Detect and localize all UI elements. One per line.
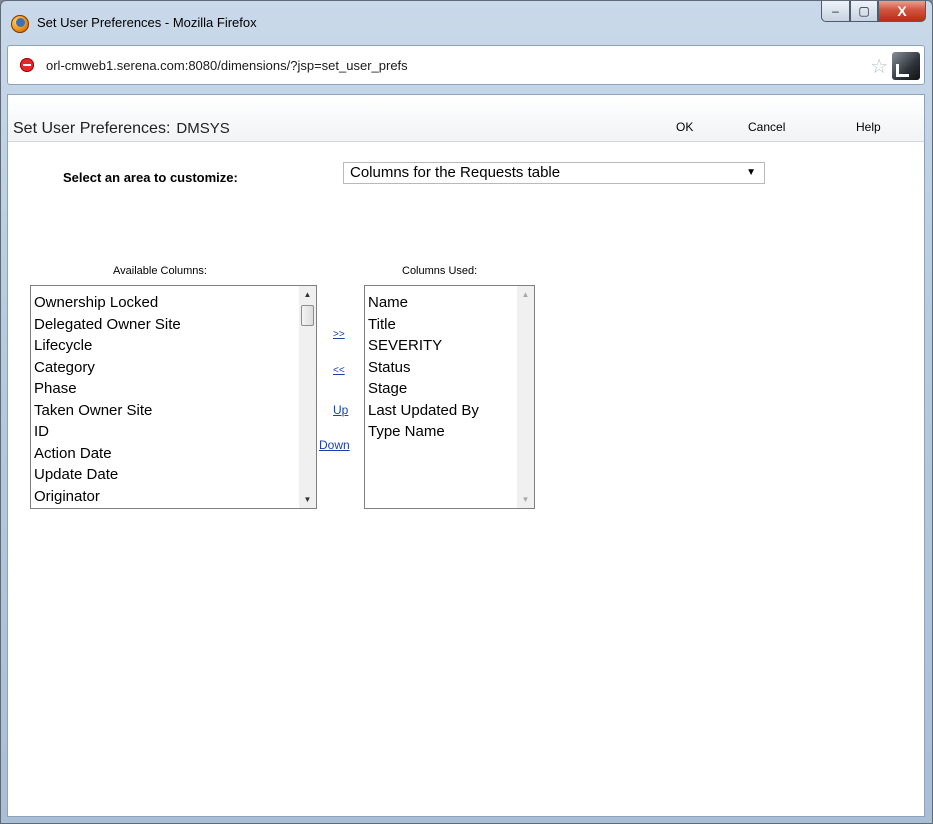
available-columns-list[interactable]: Ownership Locked Delegated Owner Site Li…	[30, 285, 317, 509]
scroll-up-arrow-icon: ▲	[521, 290, 530, 299]
list-item[interactable]: Category	[34, 357, 181, 379]
scroll-down-arrow-icon[interactable]: ▼	[299, 491, 316, 508]
dropdown-arrow-icon[interactable]: ▼	[746, 167, 756, 178]
list-item[interactable]: Action Date	[34, 443, 181, 465]
url-text[interactable]: orl-cmweb1.serena.com:8080/dimensions/?j…	[46, 58, 408, 73]
list-item[interactable]: Type Name	[368, 421, 479, 443]
list-item[interactable]: Lifecycle	[34, 335, 181, 357]
list-item[interactable]: Update Date	[34, 464, 181, 486]
area-select-label: Select an area to customize:	[63, 170, 238, 185]
window-title: Set User Preferences - Mozilla Firefox	[37, 15, 257, 30]
page-content: Set User Preferences: DMSYS OK Cancel Hel…	[7, 94, 925, 817]
cancel-button[interactable]: Cancel	[748, 120, 785, 134]
user-name: DMSYS	[176, 120, 230, 137]
list-item[interactable]: Taken Owner Site	[34, 400, 181, 422]
list-item[interactable]: Ownership Locked	[34, 292, 181, 314]
list-item[interactable]: Stage	[368, 378, 479, 400]
used-columns-list[interactable]: Name Title SEVERITY Status Stage Last Up…	[364, 285, 535, 509]
remove-column-link[interactable]: <<	[333, 365, 345, 376]
dialog-header: Set User Preferences: DMSYS OK Cancel Hel…	[8, 95, 924, 142]
site-identity-icon[interactable]	[20, 58, 34, 72]
browser-window: Set User Preferences - Mozilla Firefox –…	[0, 0, 933, 824]
list-item[interactable]: SEVERITY	[368, 335, 479, 357]
list-item[interactable]: Delegated Owner Site	[34, 314, 181, 336]
list-item[interactable]: Last Updated By	[368, 400, 479, 422]
list-item[interactable]: ID	[34, 421, 181, 443]
scroll-up-arrow-icon[interactable]: ▲	[299, 286, 316, 303]
extension-icon[interactable]	[892, 52, 920, 80]
area-select[interactable]: Columns for the Requests table ▼	[343, 162, 765, 184]
list-item[interactable]: Status	[368, 357, 479, 379]
maximize-button[interactable]: ▢	[850, 1, 878, 22]
add-column-link[interactable]: >>	[333, 329, 345, 340]
bookmark-star-icon[interactable]: ☆	[870, 54, 888, 79]
scrollbar-thumb[interactable]	[301, 305, 314, 326]
firefox-icon	[11, 15, 29, 33]
title-bar[interactable]: Set User Preferences - Mozilla Firefox –…	[1, 1, 932, 41]
ok-button[interactable]: OK	[676, 120, 693, 134]
address-bar[interactable]: orl-cmweb1.serena.com:8080/dimensions/?j…	[7, 45, 925, 85]
help-button[interactable]: Help	[856, 120, 881, 134]
available-scrollbar[interactable]: ▲ ▼	[299, 286, 316, 508]
page-title-label: Set User Preferences:	[13, 120, 171, 137]
used-columns-header: Columns Used:	[402, 265, 478, 277]
used-scrollbar: ▲ ▼	[517, 286, 534, 508]
page-title: Set User Preferences: DMSYS	[13, 120, 230, 138]
list-item[interactable]: Phase	[34, 378, 181, 400]
area-select-value: Columns for the Requests table	[350, 164, 561, 181]
close-button[interactable]: X	[878, 1, 926, 22]
available-columns-header: Available Columns:	[113, 265, 207, 277]
scroll-down-arrow-icon: ▼	[521, 495, 530, 504]
list-item[interactable]: Name	[368, 292, 479, 314]
minimize-button[interactable]: –	[821, 1, 850, 22]
move-down-link[interactable]: Down	[319, 438, 350, 452]
window-controls: – ▢ X	[821, 1, 926, 23]
list-item[interactable]: Originator	[34, 486, 181, 508]
list-item[interactable]: Title	[368, 314, 479, 336]
move-up-link[interactable]: Up	[333, 403, 348, 417]
